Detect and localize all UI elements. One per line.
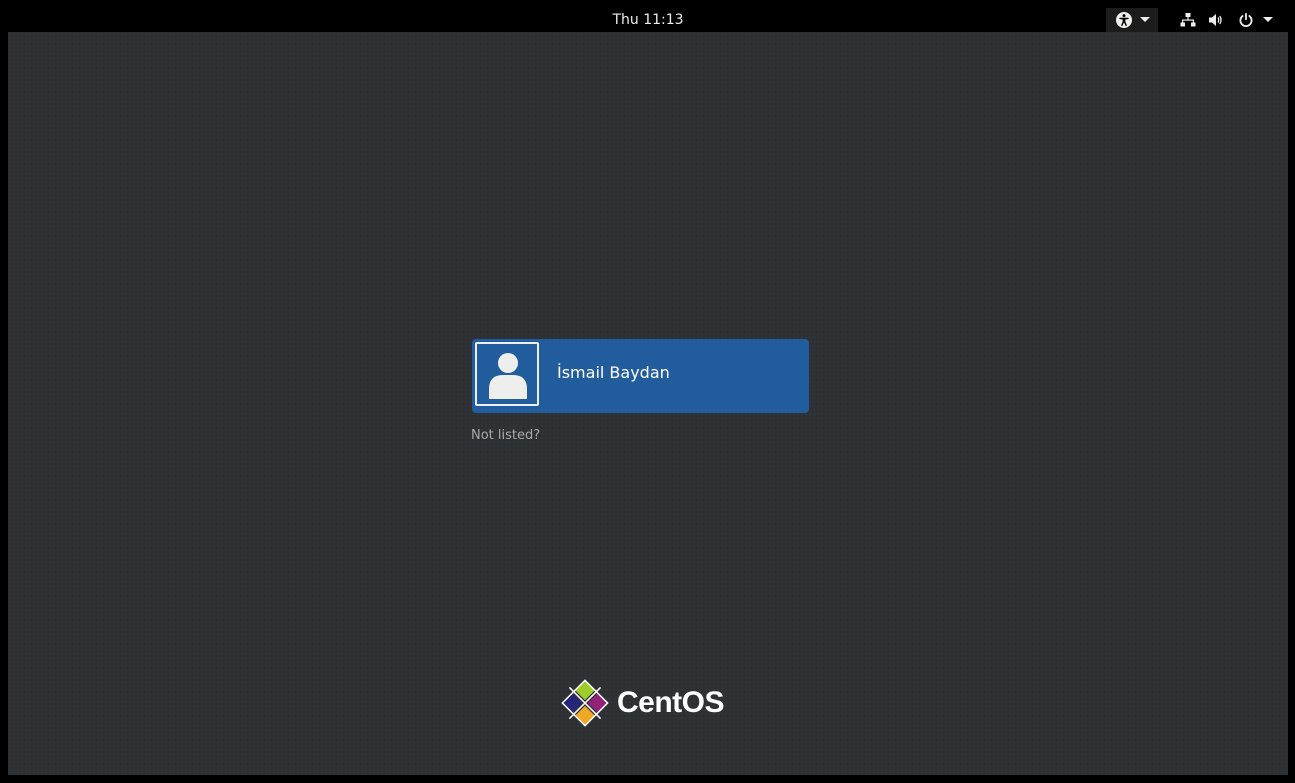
logo-text: CentOS	[617, 686, 724, 720]
user-list-item[interactable]: İsmail Baydan	[472, 339, 809, 413]
volume-icon	[1208, 12, 1224, 28]
clock: Thu 11:13	[8, 8, 1288, 32]
centos-logo-icon	[561, 679, 609, 727]
clock-label[interactable]: Thu 11:13	[612, 12, 683, 28]
login-screen: Thu 11:13	[8, 8, 1288, 775]
user-avatar-icon	[475, 342, 539, 406]
top-bar: Thu 11:13	[8, 8, 1288, 32]
accessibility-menu[interactable]	[1106, 8, 1158, 32]
not-listed-link[interactable]: Not listed?	[471, 428, 540, 443]
system-menu[interactable]	[1176, 8, 1280, 32]
power-icon	[1238, 12, 1254, 28]
accessibility-icon	[1115, 11, 1133, 29]
wired-network-icon	[1180, 12, 1196, 28]
chevron-down-icon	[1263, 17, 1273, 23]
user-name: İsmail Baydan	[557, 339, 670, 409]
chevron-down-icon	[1140, 17, 1150, 23]
centos-logo: CentOS	[561, 678, 741, 728]
